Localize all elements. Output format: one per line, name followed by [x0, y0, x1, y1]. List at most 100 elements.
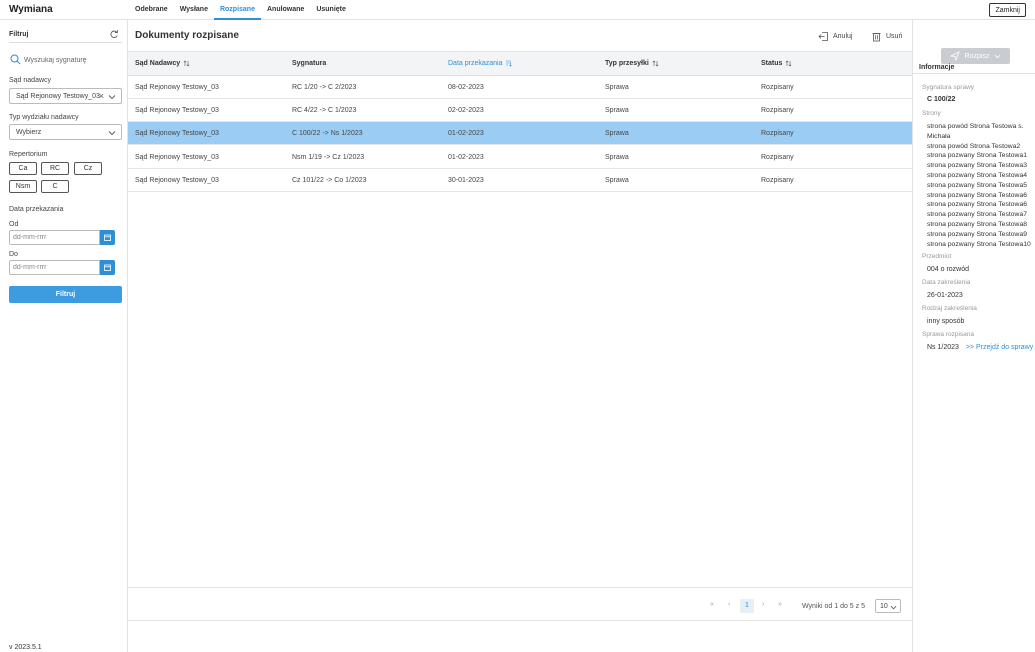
distributed-row: Ns 1/2023 >> Przejdź do sprawy: [927, 344, 1033, 351]
search-input[interactable]: [24, 53, 122, 67]
tab-bar: Odebrane Wysłane Rozpisane Anulowane Usu…: [129, 0, 352, 20]
cell-signature: Nsm 1/19 -> Cz 1/2023: [292, 154, 365, 161]
prev-page-icon[interactable]: ‹: [728, 601, 730, 608]
sort-icon: [785, 60, 792, 67]
cell-signature: C 100/22 -> Ns 1/2023: [292, 130, 363, 137]
party-item: strona pozwany Strona Testowa5: [927, 181, 1027, 189]
chevron-down-icon: [108, 131, 116, 136]
page-button-current[interactable]: 1: [740, 599, 754, 613]
cell-status: Rozpisany: [761, 154, 794, 161]
delete-label: Usuń: [886, 32, 903, 40]
column-date[interactable]: Data przekazania: [448, 60, 513, 67]
cell-court: Sąd Rejonowy Testowy_03: [135, 84, 219, 91]
sort-icon: [652, 60, 659, 67]
cell-type: Sprawa: [605, 130, 629, 137]
tab-usuniete[interactable]: Usunięte: [310, 0, 352, 20]
cell-signature: RC 1/20 -> C 2/2023: [292, 84, 357, 91]
calendar-icon: [104, 264, 111, 271]
closing-type-label: Rodzaj zakreślenia: [922, 305, 977, 312]
party-item: strona pozwany Strona Testowa3: [927, 162, 1027, 170]
repertorium-ca-button[interactable]: Ca: [9, 162, 37, 175]
sender-court-value: Sąd Rejonowy Testowy_03: [16, 93, 100, 100]
party-item: strona pozwany Strona Testowa7: [927, 211, 1027, 219]
cell-court: Sąd Rejonowy Testowy_03: [135, 154, 219, 161]
column-date-label: Data przekazania: [448, 60, 503, 67]
table-row[interactable]: Sąd Rejonowy Testowy_03 RC 4/22 -> C 1/2…: [128, 99, 912, 122]
cell-court: Sąd Rejonowy Testowy_03: [135, 107, 219, 114]
close-button[interactable]: Zamknij: [989, 3, 1026, 17]
column-court-label: Sąd Nadawcy: [135, 60, 181, 67]
cell-date: 08-02-2023: [448, 84, 484, 91]
repertorium-c-button[interactable]: C: [41, 180, 69, 193]
party-item: strona pozwany Strona Testowa6: [927, 191, 1027, 199]
party-item: strona pozwany Strona Testowa6: [927, 201, 1027, 209]
top-bar: Wymiana Odebrane Wysłane Rozpisane Anulo…: [0, 0, 1035, 20]
distributed-label: Sprawa rozpisana: [922, 331, 975, 338]
chevron-down-icon: [108, 95, 116, 100]
subject-label: Przedmiot: [922, 253, 952, 260]
page-size-select[interactable]: 10: [875, 599, 901, 613]
next-page-icon[interactable]: ›: [762, 601, 764, 608]
refresh-icon[interactable]: [109, 29, 119, 39]
column-court[interactable]: Sąd Nadawcy: [135, 60, 190, 67]
signature-label: Sygnatura sprawy: [922, 84, 975, 91]
sort-icon: [183, 60, 190, 67]
tab-anulowane[interactable]: Anulowane: [261, 0, 310, 20]
department-label: Typ wydziału nadawcy: [9, 114, 79, 121]
closing-date-value: 26-01-2023: [927, 292, 963, 299]
cell-court: Sąd Rejonowy Testowy_03: [135, 177, 219, 184]
first-page-icon[interactable]: «: [710, 601, 714, 608]
table-row[interactable]: Sąd Rejonowy Testowy_03 RC 1/20 -> C 2/2…: [128, 76, 912, 99]
table-row[interactable]: Sąd Rejonowy Testowy_03 Cz 101/22 -> Co …: [128, 169, 912, 192]
chevron-down-icon: [890, 605, 897, 610]
tab-wyslane[interactable]: Wysłane: [174, 0, 214, 20]
repertorium-rc-button[interactable]: RC: [41, 162, 69, 175]
cancel-label: Anuluj: [833, 32, 853, 40]
party-item: strona pozwany Strona Testowa8: [927, 220, 1027, 228]
table-row[interactable]: Sąd Rejonowy Testowy_03 Nsm 1/19 -> Cz 1…: [128, 146, 912, 169]
last-page-icon[interactable]: »: [778, 601, 782, 608]
sender-court-label: Sąd nadawcy: [9, 77, 52, 84]
app-title: Wymiana: [9, 4, 53, 15]
party-item: strona pozwany Strona Testowa9: [927, 230, 1027, 238]
version-label: v 2023.5.1: [9, 644, 42, 651]
closing-type-value: inny sposób: [927, 318, 965, 325]
department-value: Wybierz: [16, 129, 42, 136]
results-summary: Wyniki od 1 do 5 z 5: [802, 603, 865, 610]
info-header: Informacje: [913, 62, 1035, 74]
sender-court-select[interactable]: Sąd Rejonowy Testowy_03 ×: [9, 88, 122, 104]
cell-type: Sprawa: [605, 107, 629, 114]
date-from-input[interactable]: [9, 230, 100, 245]
date-to-calendar-button[interactable]: [100, 260, 115, 275]
search-icon: [10, 54, 21, 65]
cell-date: 02-02-2023: [448, 107, 484, 114]
repertorium-nsm-button[interactable]: Nsm: [9, 180, 37, 193]
repertorium-label: Repertorium: [9, 151, 48, 158]
column-signature[interactable]: Sygnatura: [292, 60, 326, 67]
date-label: Data przekazania: [9, 206, 64, 213]
tab-odebrane[interactable]: Odebrane: [129, 0, 174, 20]
date-to-label: Do: [9, 251, 18, 258]
info-panel: Informacje Sygnatura sprawy C 100/22 Str…: [912, 20, 1035, 652]
delete-button[interactable]: Usuń: [871, 30, 902, 42]
tab-rozpisane[interactable]: Rozpisane: [213, 0, 261, 20]
search-box: [9, 53, 122, 67]
cancel-button[interactable]: Anuluj: [818, 30, 852, 42]
filter-button[interactable]: Filtruj: [9, 286, 122, 303]
filter-panel: Filtruj Sąd nadawcy Sąd Rejonowy Testowy…: [0, 20, 128, 652]
cell-type: Sprawa: [605, 154, 629, 161]
column-status[interactable]: Status: [761, 60, 792, 67]
date-from-calendar-button[interactable]: [100, 230, 115, 245]
parties-list: strona powód Strona Testowa s. Michała s…: [927, 122, 1033, 249]
go-to-case-link[interactable]: >> Przejdź do sprawy: [966, 344, 1033, 351]
party-item: strona pozwany Strona Testowa4: [927, 171, 1027, 179]
distributed-value: Ns 1/2023: [927, 344, 959, 351]
repertorium-cz-button[interactable]: Cz: [74, 162, 102, 175]
trash-icon: [872, 32, 881, 41]
table-row-selected[interactable]: Sąd Rejonowy Testowy_03 C 100/22 -> Ns 1…: [128, 122, 912, 145]
clear-icon[interactable]: ×: [99, 91, 104, 101]
department-select[interactable]: Wybierz: [9, 124, 122, 140]
party-item: strona powód Strona Testowa2: [927, 142, 1021, 150]
column-type[interactable]: Typ przesyłki: [605, 60, 659, 67]
date-to-input[interactable]: [9, 260, 100, 275]
